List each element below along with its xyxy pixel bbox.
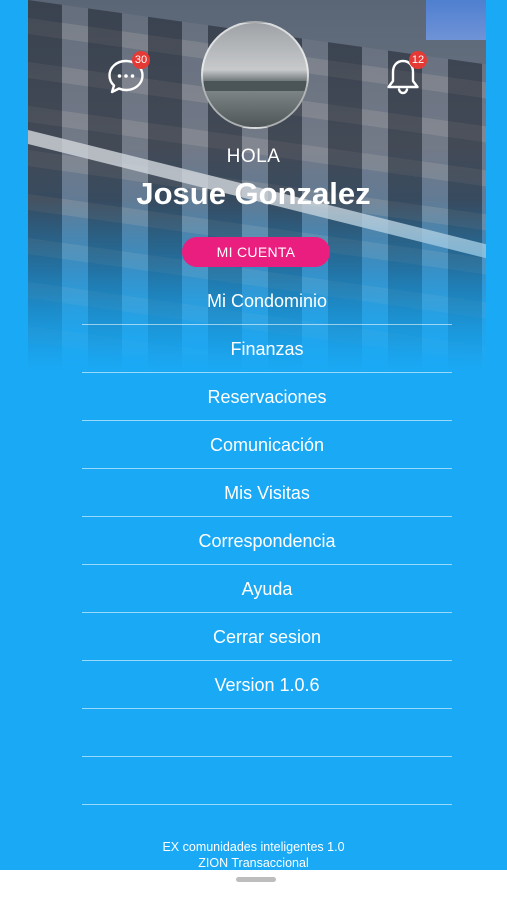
user-name: Josue Gonzalez (136, 176, 371, 211)
my-account-button[interactable]: MI CUENTA (182, 237, 330, 267)
menu-item-empty (82, 757, 452, 805)
avatar-water (203, 91, 307, 127)
menu-item-ayuda[interactable]: Ayuda (82, 565, 452, 613)
chat-count-badge: 30 (132, 51, 150, 69)
footer-line-1: EX comunidades inteligentes 1.0 (162, 840, 345, 854)
side-menu-screen: 30 12 HOLA Josue Gonzalez MI CUENTA Mi C… (0, 0, 507, 870)
avatar[interactable] (201, 21, 309, 129)
sky-patch (426, 0, 486, 40)
menu-item-cerrar-sesion[interactable]: Cerrar sesion (82, 613, 452, 661)
greeting-text: HOLA (226, 146, 281, 167)
home-bar-area (0, 870, 507, 900)
menu-item-finanzas[interactable]: Finanzas (82, 325, 452, 373)
menu-item-empty (82, 709, 452, 757)
menu-item-mis-visitas[interactable]: Mis Visitas (82, 469, 452, 517)
footer-credits: EX comunidades inteligentes 1.0 ZION Tra… (0, 839, 507, 870)
footer-line-2: ZION Transaccional (198, 856, 309, 870)
home-indicator[interactable] (236, 877, 276, 882)
avatar-hills (203, 81, 307, 91)
menu-item-comunicacion[interactable]: Comunicación (82, 421, 452, 469)
menu-item-correspondencia[interactable]: Correspondencia (82, 517, 452, 565)
menu-list: Mi Condominio Finanzas Reservaciones Com… (82, 277, 452, 805)
notification-count-badge: 12 (409, 51, 427, 69)
menu-item-version: Version 1.0.6 (82, 661, 452, 709)
menu-item-reservaciones[interactable]: Reservaciones (82, 373, 452, 421)
menu-item-mi-condominio[interactable]: Mi Condominio (82, 277, 452, 325)
